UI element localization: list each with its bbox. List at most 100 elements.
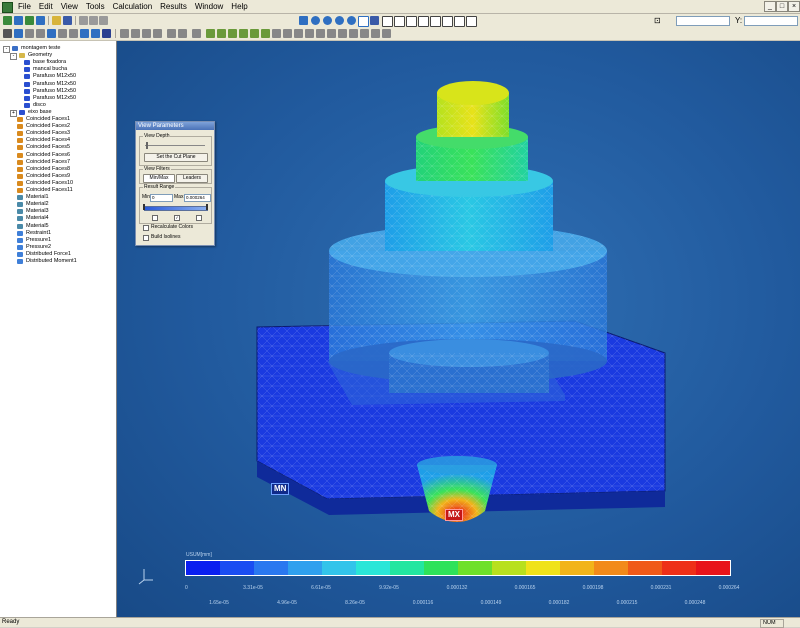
- view-right-icon[interactable]: [418, 16, 429, 27]
- convection-tool-icon[interactable]: [294, 29, 303, 38]
- tree-item[interactable]: Material3: [17, 208, 49, 215]
- fixed-restraint-icon[interactable]: [120, 29, 129, 38]
- menu-window[interactable]: Window: [191, 1, 227, 13]
- tree-expander[interactable]: +: [10, 109, 17, 117]
- tree-item[interactable]: Geometry: [19, 52, 52, 59]
- elastic-support-icon[interactable]: [167, 29, 176, 38]
- tree-item[interactable]: Coincided Faces1: [17, 116, 70, 123]
- tree-item[interactable]: Coincided Faces2: [17, 123, 70, 130]
- moment-tool-icon[interactable]: [239, 29, 248, 38]
- tree-item[interactable]: Coincided Faces11: [17, 187, 73, 194]
- new-file-icon[interactable]: [3, 16, 12, 25]
- range-slider[interactable]: [144, 206, 208, 211]
- tree-item[interactable]: Parafuso M12x50: [24, 95, 76, 102]
- range-slider-max-thumb[interactable]: [206, 204, 208, 210]
- contact-tool-icon[interactable]: [178, 29, 187, 38]
- weld-tool-icon[interactable]: [360, 29, 369, 38]
- spring-tool-icon[interactable]: [327, 29, 336, 38]
- tree-item[interactable]: montagem teste: [12, 45, 60, 52]
- tree-item[interactable]: Parafuso M12x50: [24, 88, 76, 95]
- copy-icon[interactable]: [89, 16, 98, 25]
- study-tool-icon[interactable]: [382, 29, 391, 38]
- min-field[interactable]: 0: [150, 194, 173, 202]
- rigid-tool-icon[interactable]: [349, 29, 358, 38]
- view-top-icon[interactable]: [430, 16, 441, 27]
- tree-item[interactable]: Distributed Moment1: [17, 258, 77, 265]
- recalculate-colors-checkbox[interactable]: [143, 225, 149, 231]
- graph-icon[interactable]: [47, 29, 56, 38]
- rivet-tool-icon[interactable]: [371, 29, 380, 38]
- report-icon[interactable]: [102, 29, 111, 38]
- menu-calculation[interactable]: Calculation: [109, 1, 157, 13]
- set-cut-plane-button[interactable]: Set the Cut Plane: [144, 153, 208, 162]
- menu-results[interactable]: Results: [156, 1, 191, 13]
- pan-icon[interactable]: [299, 16, 308, 25]
- tree-item[interactable]: Coincided Faces9: [17, 173, 70, 180]
- tree-item[interactable]: Coincided Faces3: [17, 130, 70, 137]
- gravity-tool-icon[interactable]: [261, 29, 270, 38]
- tab-leaders[interactable]: Leaders: [176, 174, 208, 183]
- mesh-icon[interactable]: [14, 29, 23, 38]
- open-file-icon[interactable]: [14, 16, 23, 25]
- torque-tool-icon[interactable]: [250, 29, 259, 38]
- tree-item[interactable]: Material2: [17, 201, 49, 208]
- heat-flux-tool-icon[interactable]: [283, 29, 292, 38]
- tab-minmax[interactable]: Min/Max: [143, 174, 175, 183]
- tree-item[interactable]: Coincided Faces7: [17, 159, 70, 166]
- radiation-tool-icon[interactable]: [305, 29, 314, 38]
- tree-item[interactable]: eixo base: [19, 109, 52, 116]
- save-icon[interactable]: [63, 16, 72, 25]
- max-field[interactable]: 0.000264: [184, 194, 211, 202]
- select-icon[interactable]: [3, 29, 12, 38]
- pin-restraint-icon[interactable]: [142, 29, 151, 38]
- mass-tool-icon[interactable]: [338, 29, 347, 38]
- range-lower-checkbox[interactable]: [152, 215, 158, 221]
- tree-item[interactable]: mancal bucha: [24, 66, 67, 73]
- view-box-icon[interactable]: [358, 16, 369, 27]
- menu-view[interactable]: View: [57, 1, 82, 13]
- force-tool-icon[interactable]: [206, 29, 215, 38]
- zoom-window-icon[interactable]: [335, 16, 344, 25]
- coord-y-field[interactable]: [744, 16, 798, 26]
- range-upper-checkbox[interactable]: [196, 215, 202, 221]
- pressure-tool-icon[interactable]: [217, 29, 226, 38]
- 3d-viewport[interactable]: MN MX: [117, 41, 800, 617]
- properties-icon[interactable]: [91, 29, 100, 38]
- paste-icon[interactable]: [99, 16, 108, 25]
- view-back-icon[interactable]: [394, 16, 405, 27]
- label-icon[interactable]: [69, 29, 78, 38]
- tree-item[interactable]: Material5: [17, 223, 49, 230]
- view-bottom-icon[interactable]: [442, 16, 453, 27]
- build-isolines-checkbox[interactable]: [143, 235, 149, 241]
- folder-open-icon[interactable]: [52, 16, 61, 25]
- tree-item[interactable]: Coincided Faces4: [17, 137, 70, 144]
- menu-file[interactable]: File: [14, 1, 35, 13]
- zoom-in-icon[interactable]: [311, 16, 320, 25]
- view-iso-icon[interactable]: [454, 16, 465, 27]
- measure-icon[interactable]: [58, 29, 67, 38]
- tree-item[interactable]: Distributed Force1: [17, 251, 71, 258]
- tree-item[interactable]: Coincided Faces6: [17, 152, 70, 159]
- export-icon[interactable]: [36, 16, 45, 25]
- cut-icon[interactable]: [79, 16, 88, 25]
- distributed-force-tool-icon[interactable]: [228, 29, 237, 38]
- tree-item[interactable]: Coincided Faces8: [17, 166, 70, 173]
- model-tree-panel[interactable]: - montagem teste - Geometry base fixadora man…: [0, 41, 117, 617]
- tree-item[interactable]: Restraint1: [17, 230, 51, 237]
- menu-edit[interactable]: Edit: [35, 1, 57, 13]
- tree-item[interactable]: Parafuso M12x50: [24, 73, 76, 80]
- range-slider-min-thumb[interactable]: [143, 204, 145, 210]
- tree-item[interactable]: Material4: [17, 215, 49, 222]
- tree-item[interactable]: Pressure2: [17, 244, 51, 251]
- hinge-restraint-icon[interactable]: [153, 29, 162, 38]
- rotate-icon[interactable]: [370, 16, 379, 25]
- minimize-button[interactable]: _: [764, 1, 776, 12]
- element-icon[interactable]: [36, 29, 45, 38]
- tree-item[interactable]: base fixadora: [24, 59, 66, 66]
- menu-tools[interactable]: Tools: [82, 1, 109, 13]
- tree-item[interactable]: Material1: [17, 194, 49, 201]
- view-left-icon[interactable]: [406, 16, 417, 27]
- range-mid-checkbox[interactable]: ✓: [174, 215, 180, 221]
- view-custom-icon[interactable]: [466, 16, 477, 27]
- symmetry-icon[interactable]: [192, 29, 201, 38]
